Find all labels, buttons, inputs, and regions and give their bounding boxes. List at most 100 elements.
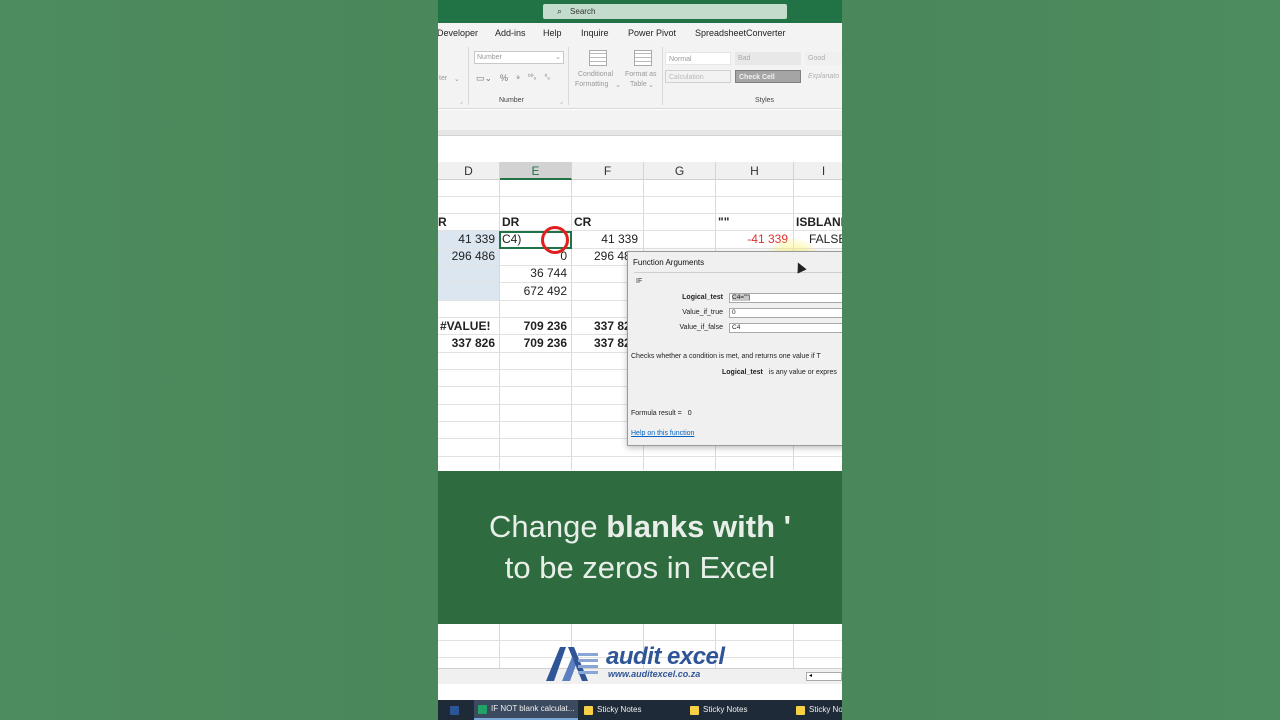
- formula-result: Formula result = 0: [631, 410, 692, 417]
- arg-input-logical-test[interactable]: C4=""|: [729, 293, 842, 303]
- cell-d-total2[interactable]: 337 826: [438, 335, 495, 352]
- style-check-cell[interactable]: Check Cell: [735, 70, 801, 83]
- arg-label-value-if-true: Value_if_true: [682, 309, 723, 316]
- increase-decimal-icon[interactable]: ⁰⁰₀: [528, 73, 537, 84]
- number-launcher-icon[interactable]: ⌟: [560, 98, 563, 105]
- decrease-decimal-icon[interactable]: ⁰₀: [544, 73, 550, 84]
- arg-input-value-if-false[interactable]: C4: [729, 323, 842, 333]
- caption-line-1: Change blanks with ': [438, 509, 842, 545]
- ribbon-tabs: Developer Add-ins Help Inquire Power Piv…: [438, 23, 842, 43]
- accounting-format-icon[interactable]: ▭⌄: [476, 73, 492, 84]
- styles-group-label: Styles: [755, 97, 775, 104]
- cell-e-header[interactable]: DR: [502, 214, 519, 231]
- background-left: [0, 0, 438, 720]
- tab-inquire[interactable]: Inquire: [581, 28, 609, 38]
- arg-value-logical-test: C4="": [732, 294, 749, 301]
- arg-input-value-if-true[interactable]: 0: [729, 308, 842, 318]
- conditional-formatting-icon[interactable]: [589, 50, 607, 66]
- column-header-e[interactable]: E: [500, 162, 572, 180]
- taskbar-item-excel[interactable]: IF NOT blank calculat...: [474, 700, 579, 720]
- formula-bar[interactable]: [438, 110, 842, 130]
- comma-style-icon[interactable]: ⁹: [516, 73, 520, 84]
- chevron-down-icon: ⌄: [648, 82, 654, 89]
- style-explanatory[interactable]: Explanato: [805, 70, 842, 83]
- horizontal-scrollbar[interactable]: ◂: [806, 672, 842, 681]
- taskbar-item-label: Sticky No: [809, 705, 842, 714]
- taskbar: IF NOT blank calculat... Sticky Notes St…: [438, 700, 842, 720]
- style-bad[interactable]: Bad: [735, 52, 801, 65]
- column-header-d[interactable]: D: [438, 162, 500, 180]
- cell-e-total1[interactable]: 709 236: [500, 318, 567, 335]
- conditional-formatting-label-2[interactable]: Formatting: [575, 81, 608, 88]
- number-format-select[interactable]: Number ⌄: [474, 51, 564, 64]
- arg-label-value-if-false: Value_if_false: [679, 324, 723, 331]
- cell-e-total2[interactable]: 709 236: [500, 335, 567, 352]
- search-box[interactable]: ⌕ Search: [543, 4, 787, 19]
- logo-wordmark: audit excel: [606, 643, 725, 670]
- format-as-table-label-2[interactable]: Table: [630, 81, 647, 88]
- ribbon-divider: [568, 47, 569, 105]
- dropdown-caret-icon[interactable]: ⌄: [454, 75, 460, 83]
- tab-spreadsheetconverter[interactable]: SpreadsheetConverter: [695, 28, 786, 38]
- caption-banner: Change blanks with ' to be zeros in Exce…: [438, 471, 842, 624]
- formula-result-value: 0: [687, 410, 692, 417]
- arg-label-logical-test: Logical_test: [682, 294, 723, 301]
- excel-window: ⌕ Search Developer Add-ins Help Inquire …: [438, 0, 842, 720]
- cell-f-row2[interactable]: 296 48: [594, 248, 631, 265]
- cell-e-row1-editing[interactable]: C4): [502, 231, 521, 248]
- number-group-label: Number: [499, 97, 524, 104]
- cell-f-total2[interactable]: 337 82: [594, 335, 631, 352]
- audit-excel-logo-mark-icon: [546, 647, 598, 681]
- taskbar-item-sticky-notes-1[interactable]: Sticky Notes: [584, 700, 641, 720]
- taskbar-item-label: IF NOT blank calculat...: [491, 704, 575, 713]
- audit-excel-logo: audit excel www.auditexcel.co.za: [544, 643, 744, 685]
- format-as-table-icon[interactable]: [634, 50, 652, 66]
- number-format-value: Number: [477, 54, 502, 61]
- column-header-i[interactable]: I: [794, 162, 842, 180]
- cell-e-row3[interactable]: 36 744: [500, 265, 567, 282]
- tab-power-pivot[interactable]: Power Pivot: [628, 28, 676, 38]
- cell-d-row2[interactable]: 296 486: [438, 248, 495, 265]
- tab-developer[interactable]: Developer: [438, 28, 478, 38]
- taskbar-item-sticky-notes-2[interactable]: Sticky Notes: [690, 700, 747, 720]
- cell-d-total1[interactable]: #VALUE!: [440, 318, 490, 335]
- cell-i-row1[interactable]: FALSE: [809, 231, 842, 248]
- tab-help[interactable]: Help: [543, 28, 562, 38]
- help-on-function-link[interactable]: Help on this function: [631, 430, 694, 437]
- format-as-table-label-1[interactable]: Format as: [625, 71, 657, 78]
- cell-d-row1[interactable]: 41 339: [438, 231, 495, 248]
- taskbar-item-sticky-notes-3[interactable]: Sticky No: [796, 700, 842, 720]
- cell-e-row4[interactable]: 672 492: [500, 283, 567, 300]
- cell-h-header[interactable]: "": [718, 214, 729, 231]
- cell-f-header[interactable]: CR: [574, 214, 591, 231]
- caption-line-1-normal: Change: [488, 509, 607, 544]
- cell-i-header[interactable]: ISBLANK: [796, 214, 842, 231]
- style-calculation[interactable]: Calculation: [665, 70, 731, 83]
- argument-help-name: Logical_test: [722, 369, 763, 376]
- title-bar: ⌕ Search: [438, 0, 842, 23]
- dialog-title[interactable]: Function Arguments: [633, 258, 704, 267]
- taskbar-item-label: Sticky Notes: [597, 705, 642, 714]
- background-right: [842, 0, 1280, 720]
- sticky-notes-icon: [796, 705, 805, 715]
- percent-style-icon[interactable]: %: [500, 73, 508, 84]
- cell-f-total1[interactable]: 337 82: [594, 318, 631, 335]
- column-header-h[interactable]: H: [716, 162, 794, 180]
- cell-e-row2[interactable]: 0: [500, 248, 567, 265]
- sticky-notes-icon: [690, 705, 699, 715]
- cell-d-header[interactable]: R: [438, 214, 447, 231]
- tab-add-ins[interactable]: Add-ins: [495, 28, 526, 38]
- grid-line: [438, 640, 842, 641]
- style-normal[interactable]: Normal: [665, 52, 731, 65]
- style-good[interactable]: Good: [805, 52, 842, 65]
- ribbon-divider: [468, 47, 469, 105]
- column-header-f[interactable]: F: [572, 162, 644, 180]
- column-header-g[interactable]: G: [644, 162, 716, 180]
- formula-result-label: Formula result =: [631, 410, 682, 417]
- conditional-formatting-label-1[interactable]: Conditional: [578, 71, 613, 78]
- word-taskbar-icon[interactable]: [450, 700, 459, 720]
- dialog-launcher-icon[interactable]: ⌟: [460, 98, 463, 105]
- cell-f-row1[interactable]: 41 339: [572, 231, 638, 248]
- number-format-buttons: ▭⌄ % ⁹ ⁰⁰₀ ⁰₀: [476, 73, 550, 84]
- caption-line-2: to be zeros in Excel: [504, 550, 776, 585]
